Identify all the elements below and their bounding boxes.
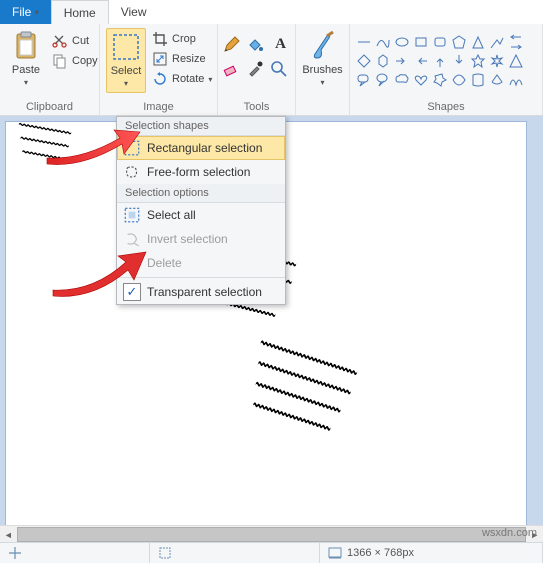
- brushes-button[interactable]: Brushes▾: [302, 28, 343, 91]
- dropdown-header-options: Selection options: [117, 184, 285, 203]
- scissors-icon: [52, 33, 68, 49]
- image-group-label: Image: [106, 99, 211, 113]
- eraser-icon[interactable]: [222, 60, 240, 78]
- crop-button[interactable]: Crop: [150, 30, 214, 48]
- resize-icon: [152, 51, 168, 67]
- selection-size-icon: [158, 546, 172, 560]
- crop-icon: [152, 31, 168, 47]
- picker-icon[interactable]: [246, 60, 264, 78]
- canvas-size-icon: [328, 546, 342, 560]
- cut-button[interactable]: Cut: [50, 32, 100, 50]
- view-tab[interactable]: View: [109, 0, 159, 24]
- rectangular-selection-item[interactable]: Rectangular selection: [117, 136, 285, 160]
- copy-button[interactable]: Copy: [50, 52, 100, 70]
- tools-grid: A: [222, 36, 292, 82]
- status-bar: 1366 × 768px: [0, 542, 543, 563]
- select-button[interactable]: Select▾: [106, 28, 146, 93]
- select-all-icon: [123, 206, 141, 224]
- freeform-selection-item[interactable]: Free-form selection: [117, 160, 285, 184]
- resize-button[interactable]: Resize: [150, 50, 214, 68]
- pencil-icon[interactable]: [222, 36, 240, 54]
- fill-icon[interactable]: [246, 36, 264, 54]
- tools-group-label: Tools: [224, 99, 289, 113]
- ribbon: Paste▾ Cut Copy Clipboard Select▾: [0, 24, 543, 116]
- shapes-gallery[interactable]: [356, 34, 526, 90]
- annotation-arrow-1: [42, 120, 142, 170]
- dropdown-header-shapes: Selection shapes: [117, 117, 285, 136]
- text-icon[interactable]: A: [270, 36, 292, 58]
- file-tab[interactable]: File ▾: [0, 0, 51, 24]
- cursor-pos-icon: [8, 546, 22, 560]
- select-all-item[interactable]: Select all: [117, 203, 285, 227]
- copy-icon: [52, 53, 68, 69]
- rotate-icon: [152, 71, 168, 87]
- watermark: wsxdn.com: [482, 527, 537, 539]
- magnifier-icon[interactable]: [270, 60, 288, 78]
- canvas-dimensions: 1366 × 768px: [347, 547, 414, 559]
- horizontal-scrollbar[interactable]: ◄ ►: [0, 525, 543, 542]
- clipboard-group-label: Clipboard: [6, 99, 93, 113]
- rotate-button[interactable]: Rotate ▾: [150, 70, 214, 88]
- home-tab[interactable]: Home: [51, 0, 109, 24]
- paste-button[interactable]: Paste▾: [6, 28, 46, 91]
- scroll-thumb[interactable]: [17, 527, 527, 542]
- shapes-group-label: Shapes: [356, 99, 536, 113]
- scroll-left-button[interactable]: ◄: [0, 526, 17, 543]
- annotation-arrow-2: [48, 240, 148, 300]
